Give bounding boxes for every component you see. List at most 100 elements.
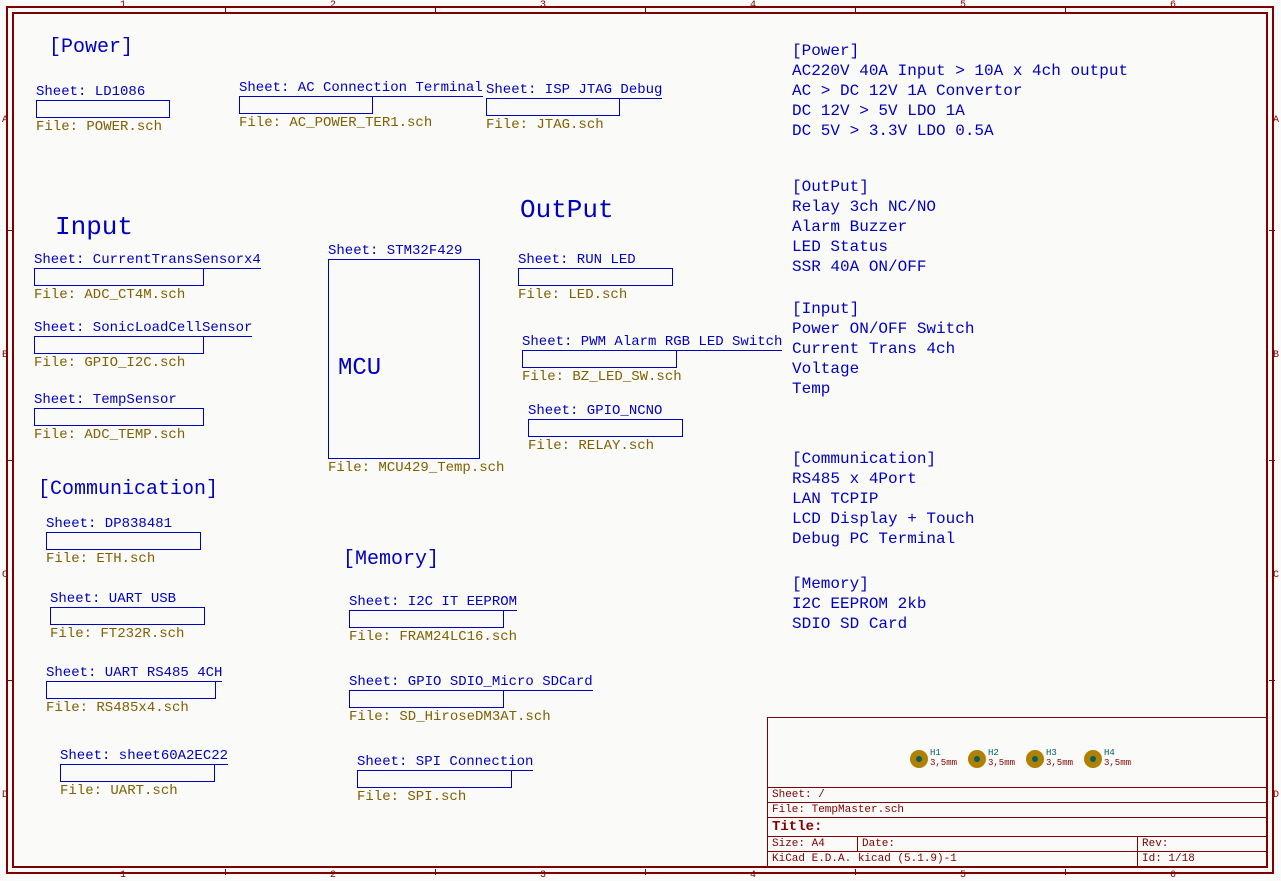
box-sonic[interactable] — [34, 336, 204, 354]
box-ld1086[interactable] — [36, 100, 170, 118]
sheet-jtag[interactable]: Sheet: ISP JTAG Debug — [486, 82, 662, 99]
file-s60: File: UART.sch — [60, 783, 178, 799]
box-ncno[interactable] — [528, 419, 683, 437]
input-header: Input — [55, 212, 133, 242]
box-jtag[interactable] — [486, 98, 620, 116]
note-input-l1: Power ON/OFF Switch — [792, 320, 974, 338]
power-header: [Power] — [49, 36, 133, 59]
sheet-mcu[interactable]: Sheet: STM32F429 — [328, 243, 462, 260]
file-rs485: File: RS485x4.sch — [46, 700, 189, 716]
sheet-eeprom[interactable]: Sheet: I2C IT EEPROM — [349, 594, 517, 611]
hole-ref: H3 — [1046, 748, 1057, 758]
sheet-spi[interactable]: Sheet: SPI Connection — [357, 754, 533, 771]
note-comm-l2: LAN TCPIP — [792, 490, 878, 508]
tb-title: Title: — [768, 818, 1267, 837]
box-eeprom[interactable] — [349, 610, 504, 628]
note-comm-l4: Debug PC Terminal — [792, 530, 955, 548]
note-output-l3: LED Status — [792, 238, 888, 256]
box-runled[interactable] — [518, 268, 673, 286]
ruler-letter: D — [2, 790, 8, 801]
ruler-num: 1 — [120, 0, 126, 11]
box-spi[interactable] — [357, 770, 512, 788]
tick — [1065, 869, 1066, 875]
sheet-pwm[interactable]: Sheet: PWM Alarm RGB LED Switch — [522, 334, 782, 351]
hole-size: 3,5mm — [930, 758, 957, 768]
note-input-title: [Input] — [792, 300, 859, 318]
sheet-dp[interactable]: Sheet: DP838481 — [46, 516, 172, 533]
ruler-letter: D — [1273, 790, 1279, 801]
ruler-letter: A — [1273, 115, 1279, 126]
tick — [225, 6, 226, 12]
note-mem-l1: I2C EEPROM 2kb — [792, 595, 926, 613]
comm-header: [Communication] — [38, 478, 218, 501]
sheet-ld1086[interactable]: Sheet: LD1086 — [36, 84, 145, 101]
tick — [435, 6, 436, 12]
box-usb[interactable] — [50, 607, 205, 625]
note-input-l4: Temp — [792, 380, 830, 398]
note-mem-title: [Memory] — [792, 575, 869, 593]
file-ct: File: ADC_CT4M.sch — [34, 287, 185, 303]
file-sdio: File: SD_HiroseDM3AT.sch — [349, 709, 551, 725]
hole-size: 3,5mm — [988, 758, 1015, 768]
sheet-rs485[interactable]: Sheet: UART RS485 4CH — [46, 665, 222, 682]
sheet-temp[interactable]: Sheet: TempSensor — [34, 392, 177, 409]
note-power-title: [Power] — [792, 42, 859, 60]
tick — [1269, 460, 1275, 461]
sheet-ncno[interactable]: Sheet: GPIO_NCNO — [528, 403, 662, 420]
output-header: OutPut — [520, 195, 614, 225]
tick — [1269, 680, 1275, 681]
ruler-num: 3 — [540, 870, 546, 881]
file-mcu: File: MCU429_Temp.sch — [328, 460, 504, 476]
tick — [855, 869, 856, 875]
box-temp[interactable] — [34, 408, 204, 426]
file-ld1086: File: POWER.sch — [36, 119, 162, 135]
file-runled: File: LED.sch — [518, 287, 627, 303]
box-dp[interactable] — [46, 532, 201, 550]
ruler-num: 2 — [330, 870, 336, 881]
memory-header: [Memory] — [343, 548, 439, 571]
tb-id: Id: 1/18 — [1138, 852, 1267, 867]
hole-ref: H1 — [930, 748, 941, 758]
sheet-sonic[interactable]: Sheet: SonicLoadCellSensor — [34, 320, 252, 337]
note-output-l4: SSR 40A ON/OFF — [792, 258, 926, 276]
note-power-l3: DC 12V > 5V LDO 1A — [792, 102, 965, 120]
ruler-letter: C — [1273, 570, 1279, 581]
sheet-usb[interactable]: Sheet: UART USB — [50, 591, 176, 608]
hole-icon — [1084, 750, 1102, 768]
file-acconn: File: AC_POWER_TER1.sch — [239, 115, 432, 131]
note-input-l3: Voltage — [792, 360, 859, 378]
ruler-num: 3 — [540, 0, 546, 11]
ruler-letter: B — [1273, 350, 1279, 361]
note-comm-l1: RS485 x 4Port — [792, 470, 917, 488]
hole-icon — [1026, 750, 1044, 768]
note-power-l1: AC220V 40A Input > 10A x 4ch output — [792, 62, 1128, 80]
sheet-acconn[interactable]: Sheet: AC Connection Terminal — [239, 80, 483, 97]
ruler-num: 1 — [120, 870, 126, 881]
file-sonic: File: GPIO_I2C.sch — [34, 355, 185, 371]
file-jtag: File: JTAG.sch — [486, 117, 604, 133]
tb-file: File: TempMaster.sch — [768, 803, 1267, 818]
ruler-num: 6 — [1170, 870, 1176, 881]
tick — [1269, 230, 1275, 231]
sheet-runled[interactable]: Sheet: RUN LED — [518, 252, 636, 269]
ruler-letter: A — [2, 115, 8, 126]
tick — [6, 680, 12, 681]
title-block: Sheet: / File: TempMaster.sch Title: Siz… — [767, 787, 1267, 867]
sheet-ct[interactable]: Sheet: CurrentTransSensorx4 — [34, 252, 261, 269]
box-pwm[interactable] — [522, 350, 677, 368]
tb-size: Size: A4 — [768, 837, 858, 852]
box-sdio[interactable] — [349, 690, 504, 708]
ruler-num: 2 — [330, 0, 336, 11]
note-output-l1: Relay 3ch NC/NO — [792, 198, 936, 216]
note-power-l2: AC > DC 12V 1A Convertor — [792, 82, 1022, 100]
box-s60[interactable] — [60, 764, 215, 782]
box-rs485[interactable] — [46, 681, 216, 699]
ruler-num: 4 — [750, 0, 756, 11]
tick — [645, 869, 646, 875]
note-output-l2: Alarm Buzzer — [792, 218, 907, 236]
sheet-s60[interactable]: Sheet: sheet60A2EC22 — [60, 748, 228, 765]
box-ct[interactable] — [34, 268, 204, 286]
hole-icon — [968, 750, 986, 768]
sheet-sdio[interactable]: Sheet: GPIO SDIO_Micro SDCard — [349, 674, 593, 691]
box-acconn[interactable] — [239, 96, 373, 114]
